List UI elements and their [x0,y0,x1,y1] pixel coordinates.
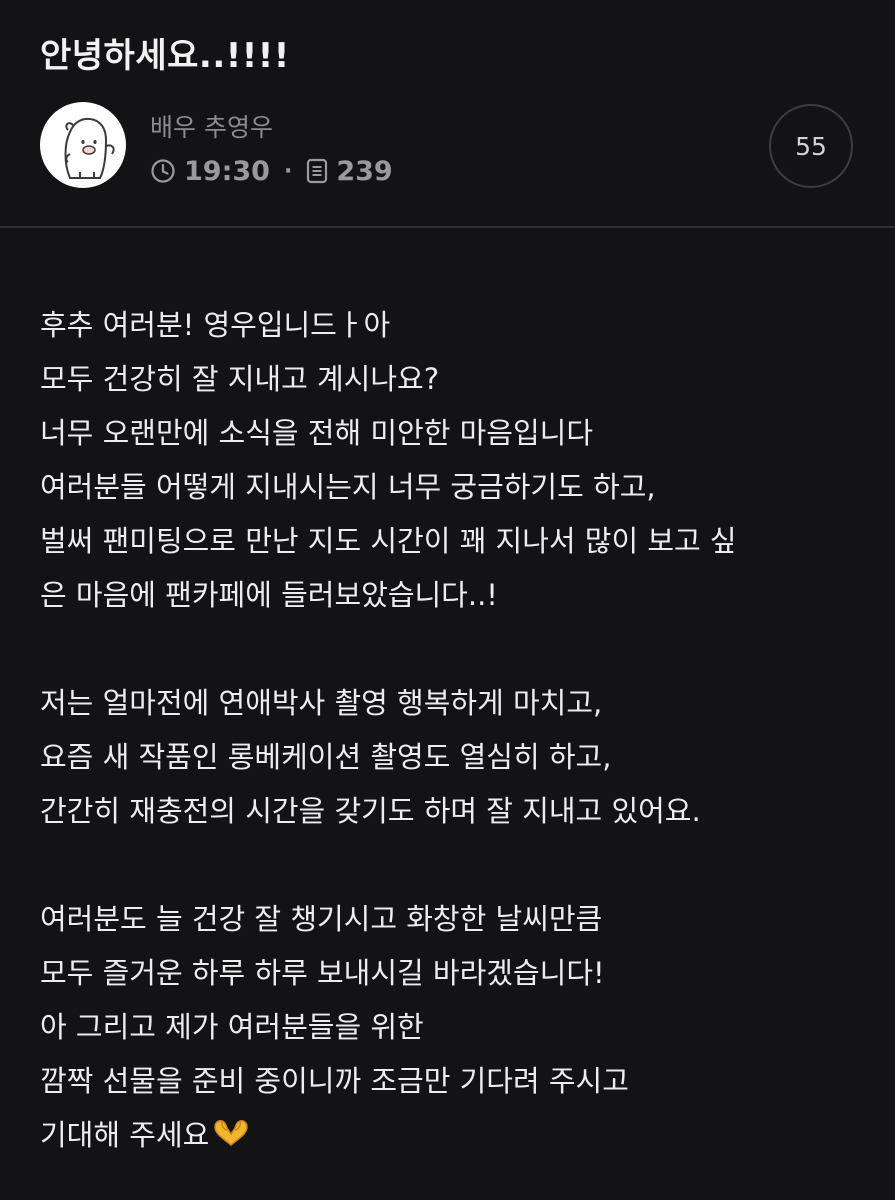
author-name[interactable]: 배우 추영우 [150,108,273,144]
body-line: 벌써 팬미팅으로 만난 지도 시간이 꽤 지나서 많이 보고 싶 [40,524,737,558]
body-line: 여러분들 어떻게 지내시는지 너무 궁금하기도 하고, [40,470,656,504]
body-line: 요즘 새 작품인 롱베케이션 촬영도 열심히 하고, [40,740,612,774]
body-line: 모두 건강히 잘 지내고 계시나요? [40,362,440,396]
body-line: 너무 오랜만에 소식을 전해 미안한 마음입니다 [40,416,594,450]
body-line: 후추 여러분! 영우입니드ㅏ아 [40,308,391,342]
post-time: 19:30 [184,155,270,187]
body-line: 모두 즐거운 하루 하루 보내시길 바라겠습니다! [40,956,605,990]
heart-hands-icon [214,1120,249,1146]
body-line: 깜짝 선물을 준비 중이니까 조금만 기다려 주시고 [40,1064,629,1098]
comment-count-button[interactable]: 55 [769,104,853,188]
clock-icon [151,159,175,183]
header-divider [0,226,895,228]
document-icon [307,158,328,184]
body-line-text: 기대해 주세요 [40,1118,210,1152]
body-line: 여러분도 늘 건강 잘 챙기시고 화창한 날씨만큼 [40,902,603,936]
body-line-last: 기대해 주세요 [40,1108,870,1162]
post-meta: 19:30 · 239 [150,153,393,189]
body-line: 저는 얼마전에 연애박사 촬영 행복하게 마치고, [40,686,603,720]
body-line: 아 그리고 제가 여러분들을 위한 [40,1010,424,1044]
post-body: 후추 여러분! 영우입니드ㅏ아 모두 건강히 잘 지내고 계시나요? 너무 오랜… [40,298,870,1162]
body-line: 은 마음에 팬카페에 들러보았습니다..! [40,578,498,612]
meta-separator: · [283,158,293,184]
author-avatar[interactable] [40,102,126,188]
character-icon [64,117,115,179]
body-line: 간간히 재충전의 시간을 갖기도 하며 잘 지내고 있어요. [40,794,701,828]
view-count: 239 [336,155,393,187]
post-title: 안녕하세요..!!!! [40,36,290,76]
